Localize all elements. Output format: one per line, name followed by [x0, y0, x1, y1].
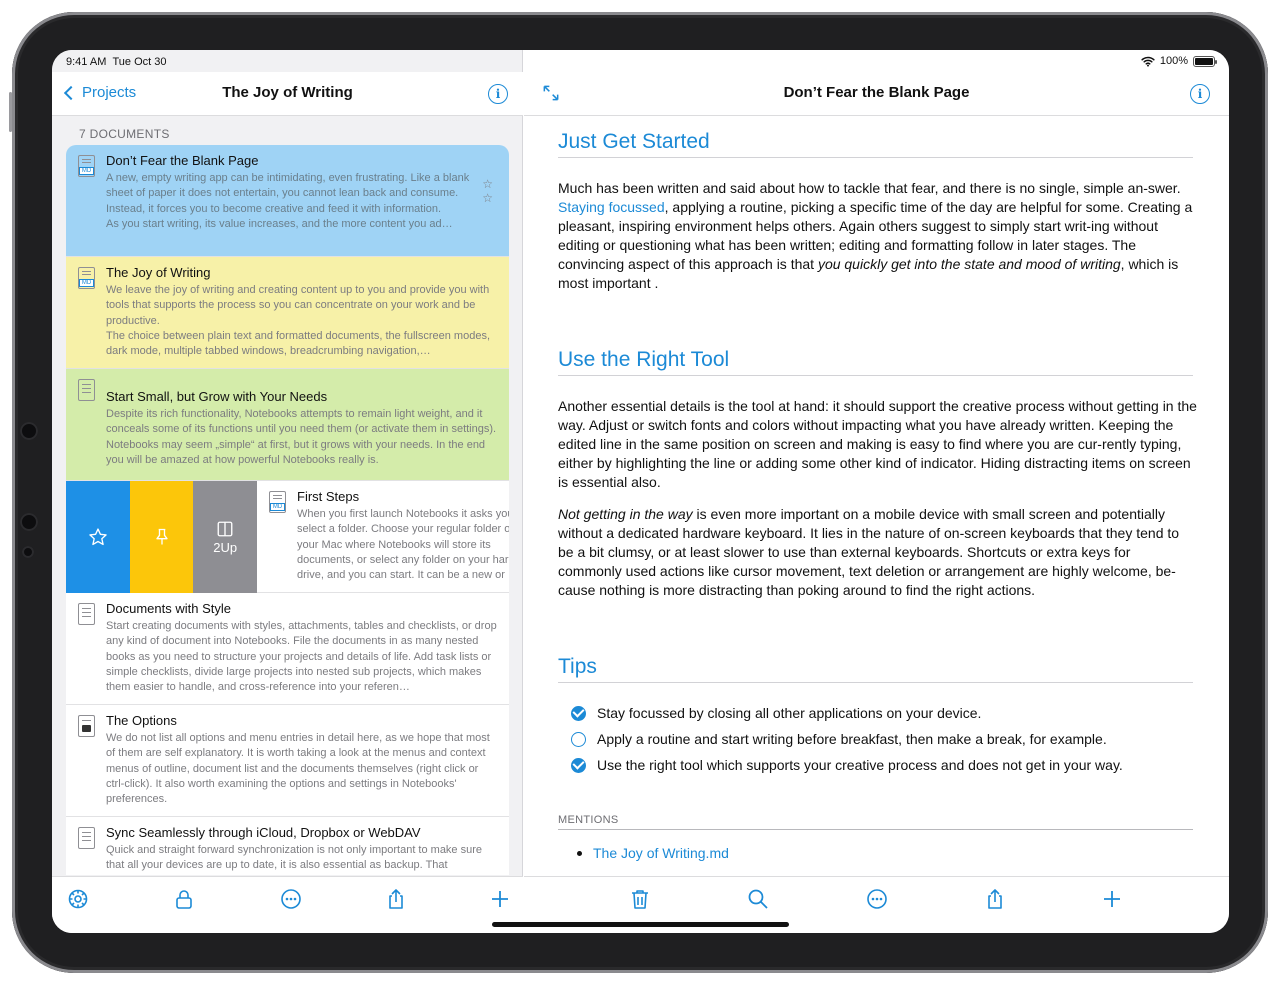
section-header: 7 DOCUMENTS	[79, 127, 170, 141]
pin-icon	[155, 528, 168, 545]
left-toolbar	[52, 876, 523, 933]
mention-link[interactable]: The Joy of Writing.md	[593, 845, 729, 861]
markdown-document-icon: MD	[78, 267, 95, 289]
mentions-header: MENTIONS	[558, 814, 619, 826]
two-up-button[interactable]: 2Up	[193, 481, 258, 593]
split-view-icon	[217, 521, 233, 536]
document-title: First Steps	[297, 489, 360, 504]
markdown-document-icon: MD	[78, 155, 95, 177]
share-icon[interactable]	[983, 887, 1007, 911]
checklist-item[interactable]: Use the right tool which supports your c…	[571, 757, 1123, 773]
document-title: Documents with Style	[106, 601, 231, 616]
screen: 9:41 AM Tue Oct 30 Projects The Joy of W…	[52, 50, 1229, 933]
heading-rule	[558, 682, 1193, 683]
document-list: MD Don’t Fear the Blank Page A new, empt…	[66, 145, 509, 875]
document-icon	[78, 603, 95, 625]
heading-use-the-right-tool: Use the Right Tool	[558, 348, 730, 371]
paragraph[interactable]: Not getting in the way is even more impo…	[558, 505, 1198, 600]
paragraph[interactable]: Another essential details is the tool at…	[558, 397, 1198, 492]
list-item[interactable]: MD Don’t Fear the Blank Page A new, empt…	[66, 145, 509, 257]
checklist-item[interactable]: Stay focussed by closing all other appli…	[571, 705, 981, 721]
camera-dot	[20, 513, 38, 531]
camera-dot	[20, 422, 38, 440]
document-excerpt: Quick and straight forward synchronizati…	[106, 844, 483, 872]
info-icon[interactable]: i	[488, 84, 508, 104]
checklist-item[interactable]: Apply a routine and start writing before…	[571, 731, 1107, 747]
checked-checkbox[interactable]	[571, 757, 586, 773]
unchecked-checkbox[interactable]	[571, 731, 586, 747]
document-excerpt: We leave the joy of writing and creating…	[106, 284, 490, 358]
wifi-icon	[1141, 56, 1155, 67]
list-item[interactable]: MD The Joy of Writing We leave the joy o…	[66, 257, 509, 369]
info-icon[interactable]: i	[1190, 84, 1210, 104]
share-icon[interactable]	[384, 887, 408, 911]
left-navigation-bar: Projects The Joy of Writing i	[52, 72, 523, 116]
document-excerpt: A new, empty writing app can be intimida…	[106, 172, 470, 230]
document-icon	[78, 379, 95, 401]
staying-focussed-link[interactable]: Staying focussed	[558, 199, 665, 215]
paragraph[interactable]: Much has been written and said about how…	[558, 179, 1198, 294]
document-title: The Joy of Writing	[106, 265, 211, 280]
star-icon	[89, 528, 107, 546]
battery-percent: 100%	[1159, 55, 1188, 67]
trash-icon[interactable]	[628, 887, 652, 911]
lock-icon[interactable]	[172, 887, 196, 911]
bullet	[577, 851, 582, 856]
page-title: The Joy of Writing	[222, 84, 353, 101]
list-item[interactable]: The Options We do not list all options a…	[66, 705, 509, 817]
document-icon	[78, 827, 95, 849]
add-icon[interactable]	[488, 887, 512, 911]
more-icon[interactable]	[865, 887, 889, 911]
sensor-dot	[22, 546, 34, 558]
document-excerpt: When you first launch Notebooks it asks …	[297, 508, 509, 585]
document-list-pane: 9:41 AM Tue Oct 30 Projects The Joy of W…	[52, 50, 523, 933]
battery-icon	[1193, 55, 1217, 67]
document-title: Sync Seamlessly through iCloud, Dropbox …	[106, 825, 421, 840]
document-image-icon	[78, 715, 95, 737]
status-time: 9:41 AM Tue Oct 30	[66, 56, 167, 68]
document-title: Don’t Fear the Blank Page	[783, 84, 970, 101]
list-item[interactable]: Documents with Style Start creating docu…	[66, 593, 509, 705]
list-item[interactable]: Start Small, but Grow with Your Needs De…	[66, 369, 509, 481]
pin-star-icons: ☆ ☆	[482, 177, 493, 205]
home-indicator	[492, 922, 789, 927]
status-indicators: 100%	[1141, 55, 1217, 67]
markdown-document-icon: MD	[269, 491, 286, 513]
document-title: The Options	[106, 713, 177, 728]
settings-gear-icon[interactable]	[66, 887, 90, 911]
heading-rule	[558, 157, 1193, 158]
document-excerpt: Despite its rich functionality, Notebook…	[106, 408, 497, 466]
document-excerpt: Start creating documents with styles, at…	[106, 620, 497, 694]
document-title: Don’t Fear the Blank Page	[106, 153, 259, 168]
heading-just-get-started: Just Get Started	[558, 130, 710, 153]
document-excerpt: We do not list all options and menu entr…	[106, 732, 490, 806]
swipe-actions: 2Up	[66, 481, 258, 593]
add-icon[interactable]	[1100, 887, 1124, 911]
document-title: Start Small, but Grow with Your Needs	[106, 389, 328, 404]
more-icon[interactable]	[279, 887, 303, 911]
heading-tips: Tips	[558, 655, 597, 678]
document-editor-pane: 100% Don’t Fear the Blank Page i Just Ge…	[524, 50, 1229, 876]
two-up-label: 2Up	[213, 539, 238, 555]
volume-button	[9, 92, 12, 132]
pin-button[interactable]	[129, 481, 194, 593]
mentions-rule	[558, 829, 1193, 830]
right-navigation-bar: Don’t Fear the Blank Page i	[524, 72, 1229, 116]
favorite-button[interactable]	[66, 481, 130, 593]
heading-rule	[558, 375, 1193, 376]
checked-checkbox[interactable]	[571, 705, 586, 721]
search-icon[interactable]	[746, 887, 770, 911]
list-item[interactable]: Sync Seamlessly through iCloud, Dropbox …	[66, 817, 509, 875]
